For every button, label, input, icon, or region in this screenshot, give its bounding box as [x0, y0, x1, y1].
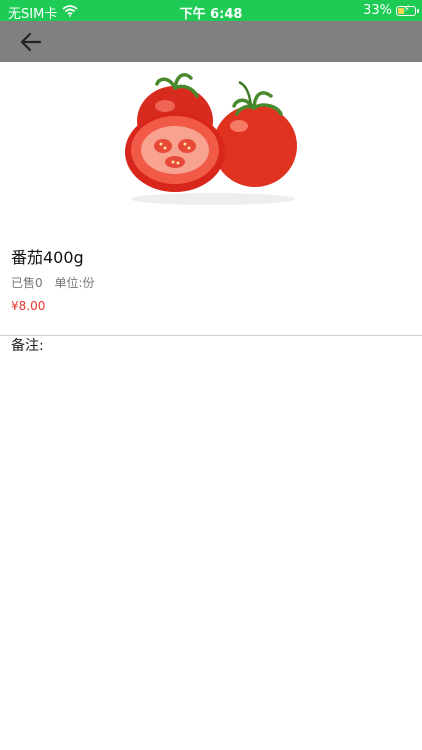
remark-label: 备注:: [11, 338, 44, 354]
product-name: 番茄400g: [11, 248, 84, 267]
product-meta: 已售0 单位:份: [11, 274, 103, 291]
status-bar: 无SIM卡 下午 6:48 33% ⚡: [0, 0, 422, 22]
navigation-bar: [0, 21, 422, 62]
back-button[interactable]: [18, 29, 44, 55]
battery-charging-icon: ⚡: [396, 4, 419, 16]
battery-percent: 33%: [363, 3, 392, 18]
divider: [0, 335, 422, 336]
status-time: 下午 6:48: [179, 7, 243, 22]
tomato-image: [121, 66, 301, 212]
sold-count: 已售0: [11, 276, 43, 290]
unit-label: 单位:份: [54, 276, 95, 290]
product-price: ¥8.00: [11, 299, 46, 313]
arrow-left-icon: [20, 32, 42, 52]
status-right: 33% ⚡: [363, 3, 419, 18]
